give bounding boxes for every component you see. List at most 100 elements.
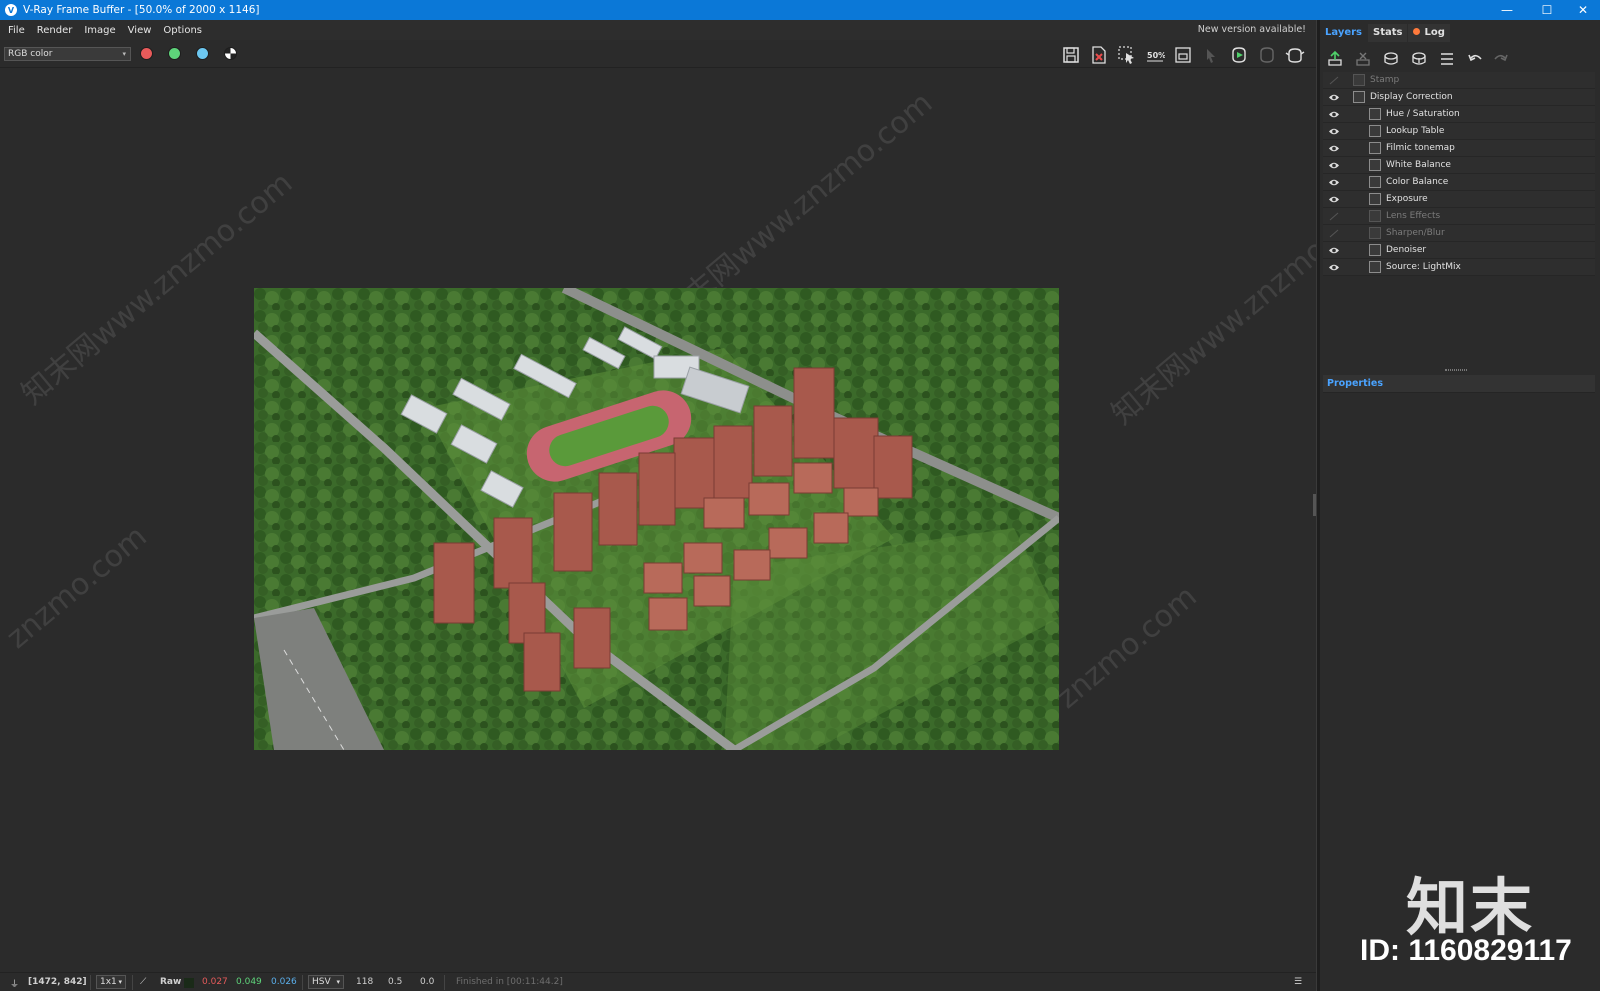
- layer-type-icon: [1369, 261, 1381, 273]
- render-viewport[interactable]: 知末网www.znzmo.com 知末网www.znzmo.com 知末网www…: [0, 69, 1316, 970]
- eye-icon[interactable]: [1328, 246, 1340, 255]
- red-channel-button[interactable]: [140, 47, 153, 60]
- layer-label: Denoiser: [1386, 245, 1427, 255]
- layer-label: Filmic tonemap: [1386, 143, 1455, 153]
- eye-off-icon[interactable]: [1328, 229, 1340, 238]
- window-title: V-Ray Frame Buffer - [50.0% of 2000 x 11…: [23, 4, 260, 16]
- new-version-link[interactable]: New version available!: [1198, 24, 1306, 35]
- layer-label: Sharpen/Blur: [1386, 228, 1445, 238]
- layer-label: Hue / Saturation: [1386, 109, 1460, 119]
- menu-file[interactable]: File: [0, 25, 31, 36]
- green-channel-button[interactable]: [168, 47, 181, 60]
- load-layers-icon[interactable]: [1408, 48, 1430, 70]
- aerial-render-illustration: [254, 288, 1059, 750]
- status-separator: [302, 975, 303, 990]
- eye-icon[interactable]: [1328, 178, 1340, 187]
- tab-log[interactable]: Log: [1408, 24, 1450, 42]
- layer-type-icon: [1369, 227, 1381, 239]
- pixel-r-value: 0.027: [202, 977, 228, 987]
- alpha-channel-button[interactable]: [224, 47, 237, 60]
- layer-row[interactable]: Hue / Saturation: [1323, 106, 1595, 123]
- svg-text:50%: 50%: [1147, 51, 1165, 60]
- region-render-icon[interactable]: [1116, 44, 1138, 66]
- eye-off-icon[interactable]: [1328, 212, 1340, 221]
- layer-row[interactable]: Lookup Table: [1323, 123, 1595, 140]
- clear-image-icon[interactable]: [1088, 44, 1110, 66]
- eye-off-icon[interactable]: [1328, 76, 1340, 85]
- save-layers-icon[interactable]: [1380, 48, 1402, 70]
- render-teapot-icon[interactable]: [1284, 44, 1306, 66]
- watermark-id: ID: 1160829117: [1360, 934, 1572, 967]
- menu-image[interactable]: Image: [78, 25, 121, 36]
- pin-icon[interactable]: ⏚: [10, 977, 19, 990]
- tab-layers[interactable]: Layers: [1320, 24, 1367, 42]
- eye-icon[interactable]: [1328, 93, 1340, 102]
- history-icon[interactable]: ☰: [1294, 977, 1302, 987]
- layer-list-icon[interactable]: [1436, 48, 1458, 70]
- layer-row[interactable]: Filmic tonemap: [1323, 140, 1595, 157]
- layer-row[interactable]: Sharpen/Blur: [1323, 225, 1595, 242]
- close-button[interactable]: ✕: [1564, 0, 1600, 20]
- redo-icon[interactable]: [1490, 48, 1512, 70]
- render-time-status: Finished in [00:11:44.2]: [456, 977, 563, 987]
- channel-select-value: RGB color: [8, 49, 53, 59]
- mouse-coords: [1472, 842]: [28, 977, 87, 987]
- main-toolbar: RGB color ▾ 50%: [0, 40, 1318, 68]
- eye-icon[interactable]: [1328, 195, 1340, 204]
- layer-row[interactable]: Exposure: [1323, 191, 1595, 208]
- properties-title: Properties: [1327, 378, 1383, 389]
- eye-icon[interactable]: [1328, 144, 1340, 153]
- layers-panel: Layers Stats Log Stamp Display Correction…: [1320, 20, 1600, 991]
- layer-label: Stamp: [1370, 75, 1400, 85]
- channel-select[interactable]: RGB color ▾: [4, 47, 131, 61]
- menu-view[interactable]: View: [122, 25, 158, 36]
- menu-options[interactable]: Options: [157, 25, 208, 36]
- eye-icon[interactable]: [1328, 161, 1340, 170]
- pixel-color-swatch: [184, 978, 194, 988]
- layer-type-icon: [1369, 125, 1381, 137]
- colorspace-select[interactable]: HSV ▾: [308, 975, 344, 989]
- properties-header: Properties: [1323, 375, 1595, 393]
- undo-icon[interactable]: [1464, 48, 1486, 70]
- maximize-button[interactable]: ☐: [1528, 0, 1566, 20]
- chevron-down-icon: ▾: [336, 978, 340, 986]
- layers-toolbar: [1320, 46, 1600, 72]
- value-value: 0.0: [420, 977, 435, 987]
- delete-layer-icon[interactable]: [1352, 48, 1374, 70]
- layer-row[interactable]: Stamp: [1323, 72, 1595, 89]
- layer-row[interactable]: White Balance: [1323, 157, 1595, 174]
- layer-type-icon: [1369, 159, 1381, 171]
- test-resolution-icon[interactable]: 50%: [1144, 44, 1166, 66]
- watermark-text: znzmo.com: [0, 518, 154, 656]
- layer-row[interactable]: Lens Effects: [1323, 208, 1595, 225]
- layer-row[interactable]: Denoiser: [1323, 242, 1595, 259]
- eye-icon[interactable]: [1328, 110, 1340, 119]
- zoom-select[interactable]: 1x1 ▾: [96, 975, 126, 989]
- layer-type-icon: [1369, 108, 1381, 120]
- menu-render[interactable]: Render: [31, 25, 79, 36]
- compare-icon[interactable]: [1172, 44, 1194, 66]
- layer-label: Color Balance: [1386, 177, 1449, 187]
- layer-row[interactable]: Display Correction: [1323, 89, 1595, 106]
- create-layer-icon[interactable]: [1324, 48, 1346, 70]
- blue-channel-button[interactable]: [196, 47, 209, 60]
- stop-render-icon[interactable]: [1256, 44, 1278, 66]
- properties-splitter[interactable]: [1320, 368, 1600, 372]
- minimize-button[interactable]: —: [1488, 0, 1526, 20]
- start-interactive-icon[interactable]: [1228, 44, 1250, 66]
- color-mode-label: Raw: [160, 977, 182, 987]
- save-image-icon[interactable]: [1060, 44, 1082, 66]
- saturation-value: 0.5: [388, 977, 403, 987]
- layer-row[interactable]: Color Balance: [1323, 174, 1595, 191]
- title-bar: V V-Ray Frame Buffer - [50.0% of 2000 x …: [0, 0, 1600, 20]
- color-picker-icon[interactable]: ⟋: [140, 977, 146, 987]
- track-mouse-icon[interactable]: [1200, 44, 1222, 66]
- rendered-image: [254, 288, 1059, 750]
- chevron-down-icon: ▾: [122, 50, 126, 58]
- layer-tree: Stamp Display Correction Hue / Saturation L…: [1323, 72, 1595, 276]
- layer-row[interactable]: Source: LightMix: [1323, 259, 1595, 276]
- tab-stats[interactable]: Stats: [1368, 24, 1408, 42]
- colorspace-value: HSV: [312, 977, 331, 987]
- eye-icon[interactable]: [1328, 127, 1340, 136]
- eye-icon[interactable]: [1328, 263, 1340, 272]
